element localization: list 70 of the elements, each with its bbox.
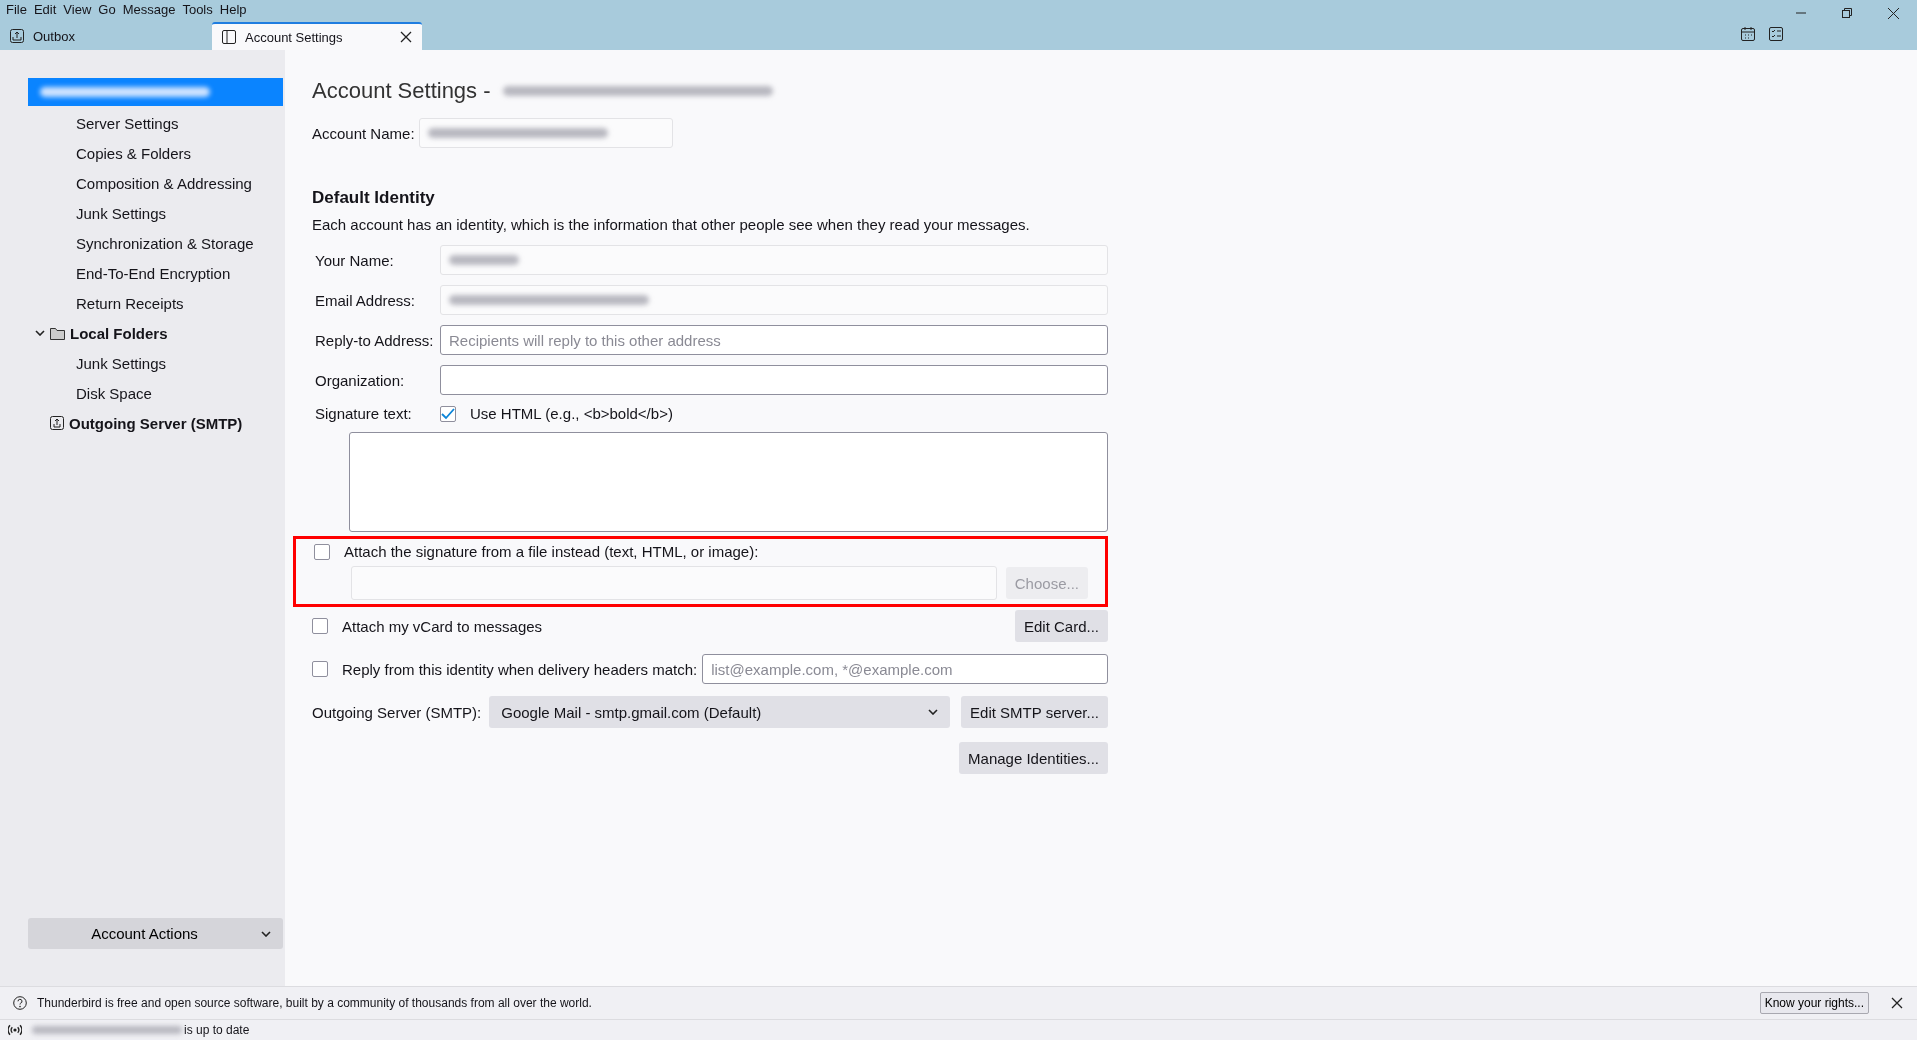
- outbox-icon: [50, 416, 64, 430]
- field-label: Account Name:: [312, 124, 415, 142]
- online-status-icon: [8, 1024, 22, 1036]
- field-label: Signature text:: [314, 405, 413, 422]
- checkbox[interactable]: [314, 543, 330, 560]
- menu-item[interactable]: Go: [96, 1, 121, 17]
- folder-icon: [50, 326, 65, 340]
- know-your-rights-button[interactable]: Know your rights...: [1759, 992, 1869, 1014]
- blurred-text: [449, 255, 519, 265]
- edit-smtp-button[interactable]: Edit SMTP server...: [961, 696, 1108, 728]
- tab[interactable]: Account Settings: [212, 22, 422, 50]
- tree-item[interactable]: End-To-End Encryption: [28, 258, 283, 288]
- field-label: Reply-to Address:: [314, 331, 435, 349]
- tree-item[interactable]: Synchronization & Storage: [28, 228, 283, 258]
- tree-item[interactable]: Local Folders: [28, 318, 283, 348]
- edit-card-button[interactable]: Edit Card...: [1014, 610, 1108, 642]
- section-title: Default Identity: [312, 188, 436, 208]
- checkbox-label: Attach the signature from a file instead (text, HTML, or image):: [344, 543, 759, 560]
- page-title: Account Settings -: [312, 78, 491, 104]
- server-dropdown[interactable]: Google Mail - smtp.gmail.com (Default): [489, 696, 951, 728]
- text-field[interactable]: Recipients will reply to this other address: [440, 325, 1108, 355]
- menu-item[interactable]: Help: [217, 1, 252, 17]
- close-icon[interactable]: [1891, 997, 1903, 1009]
- tree-item[interactable]: Return Receipts: [28, 288, 283, 318]
- manage-identities-button[interactable]: Manage Identities...: [959, 742, 1108, 774]
- file-path-field[interactable]: [351, 566, 997, 600]
- field-label: Organization:: [314, 371, 406, 389]
- notification-text: Thunderbird is free and open source software, built by a community of thousands from all over the world.: [37, 996, 593, 1010]
- menu-item[interactable]: Edit: [31, 1, 62, 17]
- tree-item[interactable]: Composition & Addressing: [28, 168, 283, 198]
- tree-item[interactable]: Server Settings: [28, 108, 283, 138]
- checkbox[interactable]: [312, 661, 328, 677]
- chevron-down-icon: [928, 709, 939, 715]
- tab[interactable]: Outbox: [0, 22, 212, 50]
- tasks-icon[interactable]: [1769, 27, 1783, 41]
- text-field[interactable]: [440, 365, 1108, 395]
- chevron-down-icon: [261, 930, 271, 937]
- checkbox[interactable]: [440, 405, 456, 422]
- checkbox-label: Use HTML (e.g., <b>bold</b>): [470, 405, 673, 422]
- account-name-field[interactable]: [418, 118, 673, 148]
- text-field[interactable]: list@example.com, *@example.com: [702, 654, 1108, 684]
- restore-icon[interactable]: [1842, 8, 1852, 18]
- account-item[interactable]: [28, 78, 283, 106]
- status-text: is up to date: [184, 1023, 250, 1037]
- outbox-icon: [10, 29, 24, 43]
- tree-item[interactable]: Junk Settings: [28, 198, 283, 228]
- expand-icon[interactable]: [34, 330, 45, 336]
- menu-item[interactable]: Message: [120, 1, 181, 17]
- menu-item[interactable]: View: [61, 1, 97, 17]
- tree-item[interactable]: Outgoing Server (SMTP): [28, 408, 283, 438]
- calendar-icon[interactable]: [1741, 27, 1755, 41]
- checkbox-label: Attach my vCard to messages: [342, 617, 543, 635]
- section-description: Each account has an identity, which is the information that other people see when they read your messages.: [312, 216, 1031, 233]
- menu-item[interactable]: File: [4, 1, 32, 17]
- field-label: Email Address:: [314, 291, 417, 309]
- tree-item[interactable]: Junk Settings: [28, 348, 283, 378]
- field-label: Your Name:: [314, 251, 395, 269]
- check-icon: [441, 407, 455, 420]
- close-icon[interactable]: [400, 31, 412, 43]
- checkbox-label: Reply from this identity when delivery headers match:: [342, 660, 698, 678]
- help-icon: [13, 996, 27, 1010]
- account-actions-button[interactable]: Account Actions: [28, 918, 283, 949]
- settings-tab-icon: [222, 30, 236, 44]
- signature-text-area[interactable]: [349, 432, 1108, 532]
- field-label: Outgoing Server (SMTP):: [312, 703, 482, 721]
- menu-item[interactable]: Tools: [180, 1, 218, 17]
- close-icon[interactable]: [1888, 8, 1899, 19]
- checkbox[interactable]: [312, 618, 328, 634]
- tree-item[interactable]: Disk Space: [28, 378, 283, 408]
- tree-item[interactable]: Copies & Folders: [28, 138, 283, 168]
